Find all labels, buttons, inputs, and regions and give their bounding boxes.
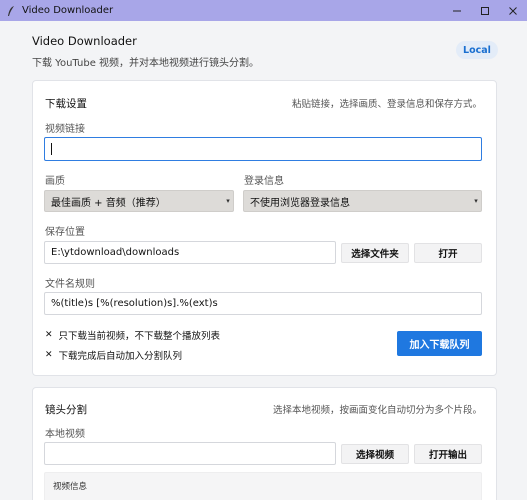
minimize-icon[interactable]	[443, 0, 471, 21]
page-header: Video Downloader 下载 YouTube 视频，并对本地视频进行镜…	[32, 34, 259, 69]
dropdown-arrow-icon: ▾	[226, 197, 230, 205]
quality-label: 画质	[45, 176, 65, 187]
split-section-hint: 选择本地视频，按画面变化自动切分为多个片段。	[272, 405, 482, 416]
url-input[interactable]	[44, 137, 482, 161]
choose-folder-button[interactable]: 选择文件夹	[341, 243, 409, 263]
local-video-label: 本地视频	[45, 429, 85, 440]
save-location-input[interactable]: E:\ytdownload\downloads	[44, 241, 336, 264]
dropdown-arrow-icon: ▾	[474, 197, 478, 205]
choose-video-button[interactable]: 选择视频	[341, 444, 409, 464]
close-icon[interactable]	[499, 0, 527, 21]
window-controls	[443, 0, 527, 21]
save-location-label: 保存位置	[45, 227, 85, 238]
download-section-title: 下载设置	[45, 98, 87, 110]
filename-rule-input[interactable]: %(title)s [%(resolution)s].%(ext)s	[44, 292, 482, 315]
url-label: 视频链接	[45, 124, 85, 135]
video-info-label: 视频信息	[53, 482, 88, 492]
open-folder-button[interactable]: 打开	[414, 243, 482, 263]
local-video-input[interactable]	[44, 442, 336, 465]
mode-badge: Local	[456, 41, 498, 59]
video-info-panel	[44, 472, 482, 500]
page-title: Video Downloader	[32, 34, 137, 48]
maximize-icon[interactable]	[471, 0, 499, 21]
open-output-button[interactable]: 打开输出	[414, 444, 482, 464]
download-section-hint: 粘贴链接，选择画质、登录信息和保存方式。	[291, 99, 482, 110]
split-section-title: 镜头分割	[45, 404, 87, 416]
auto-split-checkbox[interactable]: ✕ 下载完成后自动加入分割队列	[45, 348, 182, 362]
check-mark-icon: ✕	[45, 350, 53, 360]
single-video-checkbox[interactable]: ✕ 只下载当前视频，不下载整个播放列表	[45, 328, 220, 342]
window-title: Video Downloader	[22, 5, 114, 16]
check-mark-icon: ✕	[45, 330, 53, 340]
quality-select[interactable]: 最佳画质 + 音频（推荐） ▾	[44, 190, 234, 212]
filename-rule-label: 文件名规则	[45, 279, 95, 290]
page-subtitle: 下载 YouTube 视频，并对本地视频进行镜头分割。	[32, 58, 260, 69]
login-select[interactable]: 不使用浏览器登录信息 ▾	[243, 190, 482, 212]
login-label: 登录信息	[244, 176, 284, 187]
feather-icon	[4, 4, 18, 18]
text-caret	[51, 143, 52, 155]
title-bar: Video Downloader	[0, 0, 527, 21]
add-to-queue-button[interactable]: 加入下载队列	[397, 331, 482, 356]
